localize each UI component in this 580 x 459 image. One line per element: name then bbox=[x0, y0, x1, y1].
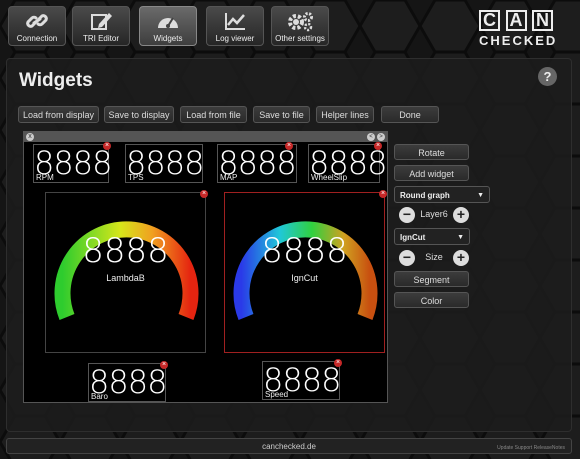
load-from-display-button[interactable]: Load from display bbox=[18, 106, 99, 123]
size-label: Size bbox=[425, 252, 443, 262]
minus-icon[interactable]: − bbox=[399, 207, 415, 223]
remove-widget-icon[interactable]: × bbox=[200, 190, 208, 198]
plus-icon[interactable]: + bbox=[453, 207, 469, 223]
widget-label: RPM bbox=[36, 173, 54, 182]
close-icon[interactable]: x bbox=[26, 133, 34, 141]
widget-label: TPS bbox=[128, 173, 144, 182]
load-from-file-button[interactable]: Load from file bbox=[180, 106, 247, 123]
caret-down-icon: ▼ bbox=[457, 234, 464, 241]
nav-log-viewer[interactable]: Log viewer bbox=[206, 6, 264, 46]
done-button[interactable]: Done bbox=[381, 106, 439, 123]
remove-widget-icon[interactable]: × bbox=[379, 190, 387, 198]
gauge-value: 8888 bbox=[82, 231, 169, 271]
number-widget[interactable]: 8888 TPS bbox=[125, 144, 204, 183]
number-widget[interactable]: 8888 MAP × bbox=[217, 142, 297, 183]
number-widget[interactable]: 8888 WheelSlip × bbox=[308, 142, 387, 183]
canvas-titlebar: x < > bbox=[24, 132, 387, 142]
pencil-edit-icon bbox=[91, 13, 112, 30]
nav-other-settings[interactable]: Other settings bbox=[271, 6, 329, 46]
page-title: Widgets bbox=[19, 70, 93, 91]
help-button[interactable]: ? bbox=[538, 67, 557, 86]
nav-label: Other settings bbox=[275, 34, 325, 43]
nav-label: Log viewer bbox=[215, 34, 255, 43]
logo-letter: A bbox=[505, 10, 527, 31]
channel-value: IgnCut bbox=[400, 233, 426, 242]
gauge-value: 8888 bbox=[261, 231, 348, 271]
widgets-panel: Widgets ? Load from display Save to disp… bbox=[6, 58, 572, 432]
widget-label: WheelSlip bbox=[311, 173, 348, 182]
number-widget[interactable]: 8888 Speed × bbox=[262, 359, 342, 400]
nav-label: TRI Editor bbox=[82, 34, 119, 43]
canchecked-logo: C A N CHECKED bbox=[479, 10, 558, 48]
nav-widgets[interactable]: Widgets bbox=[139, 6, 197, 46]
widget-label: Baro bbox=[91, 392, 108, 401]
logo-letter: C bbox=[479, 10, 500, 31]
remove-widget-icon[interactable]: × bbox=[334, 359, 342, 367]
number-widget[interactable]: 8888 RPM × bbox=[33, 142, 112, 183]
logo-letter: N bbox=[532, 10, 553, 31]
caret-down-icon: ▼ bbox=[477, 192, 484, 199]
channel-select[interactable]: IgnCut ▼ bbox=[394, 228, 470, 245]
widget-label: MAP bbox=[220, 173, 238, 182]
gears-icon bbox=[288, 12, 313, 32]
minus-icon[interactable]: − bbox=[399, 250, 415, 266]
widget-type-value: Round graph bbox=[400, 191, 450, 200]
remove-widget-icon[interactable]: × bbox=[374, 142, 382, 150]
rotate-button[interactable]: Rotate bbox=[394, 144, 469, 160]
remove-widget-icon[interactable]: × bbox=[103, 142, 111, 150]
footer-site-link[interactable]: canchecked.de bbox=[7, 442, 571, 451]
speedometer-icon bbox=[158, 17, 178, 28]
color-button[interactable]: Color bbox=[394, 292, 469, 308]
widget-type-select[interactable]: Round graph ▼ bbox=[394, 186, 490, 203]
nav-connection[interactable]: Connection bbox=[8, 6, 66, 46]
line-chart-icon bbox=[225, 13, 245, 30]
footer-bar: canchecked.de Update Support ReleaseNote… bbox=[6, 438, 572, 454]
nav-label: Widgets bbox=[153, 34, 183, 43]
logo-subtitle: CHECKED bbox=[479, 33, 558, 48]
save-to-display-button[interactable]: Save to display bbox=[104, 106, 174, 123]
link-icon bbox=[26, 14, 48, 28]
number-widget[interactable]: 8888 Baro × bbox=[88, 361, 168, 402]
footer-links[interactable]: Update Support ReleaseNotes bbox=[497, 445, 565, 451]
round-graph-widget[interactable]: 8888 LambdaB × bbox=[45, 190, 208, 353]
top-navigation: Connection TRI Editor Widgets Log viewer… bbox=[0, 0, 580, 58]
nav-tri-editor[interactable]: TRI Editor bbox=[72, 6, 130, 46]
segment-button[interactable]: Segment bbox=[394, 271, 469, 287]
layer-stepper: − Layer6 + bbox=[399, 207, 469, 223]
nav-label: Connection bbox=[16, 34, 58, 43]
widget-canvas[interactable]: x < > 8888 RPM × 8888 TPS 8888 MAP × 888… bbox=[23, 131, 388, 403]
remove-widget-icon[interactable]: × bbox=[160, 361, 168, 369]
gauge-label: IgnCut bbox=[291, 273, 318, 283]
size-stepper: − Size + bbox=[399, 250, 469, 266]
plus-icon[interactable]: + bbox=[453, 250, 469, 266]
add-widget-button[interactable]: Add widget bbox=[394, 165, 469, 181]
remove-widget-icon[interactable]: × bbox=[285, 142, 293, 150]
arrow-left-icon[interactable]: < bbox=[367, 133, 375, 141]
widget-label: Speed bbox=[265, 390, 289, 399]
gauge-label: LambdaB bbox=[106, 273, 145, 283]
round-graph-widget-selected[interactable]: 8888 IgnCut × bbox=[224, 190, 387, 353]
layer-label: Layer6 bbox=[420, 209, 448, 219]
arrow-right-icon[interactable]: > bbox=[377, 133, 385, 141]
helper-lines-button[interactable]: Helper lines bbox=[316, 106, 374, 123]
save-to-file-button[interactable]: Save to file bbox=[253, 106, 310, 123]
